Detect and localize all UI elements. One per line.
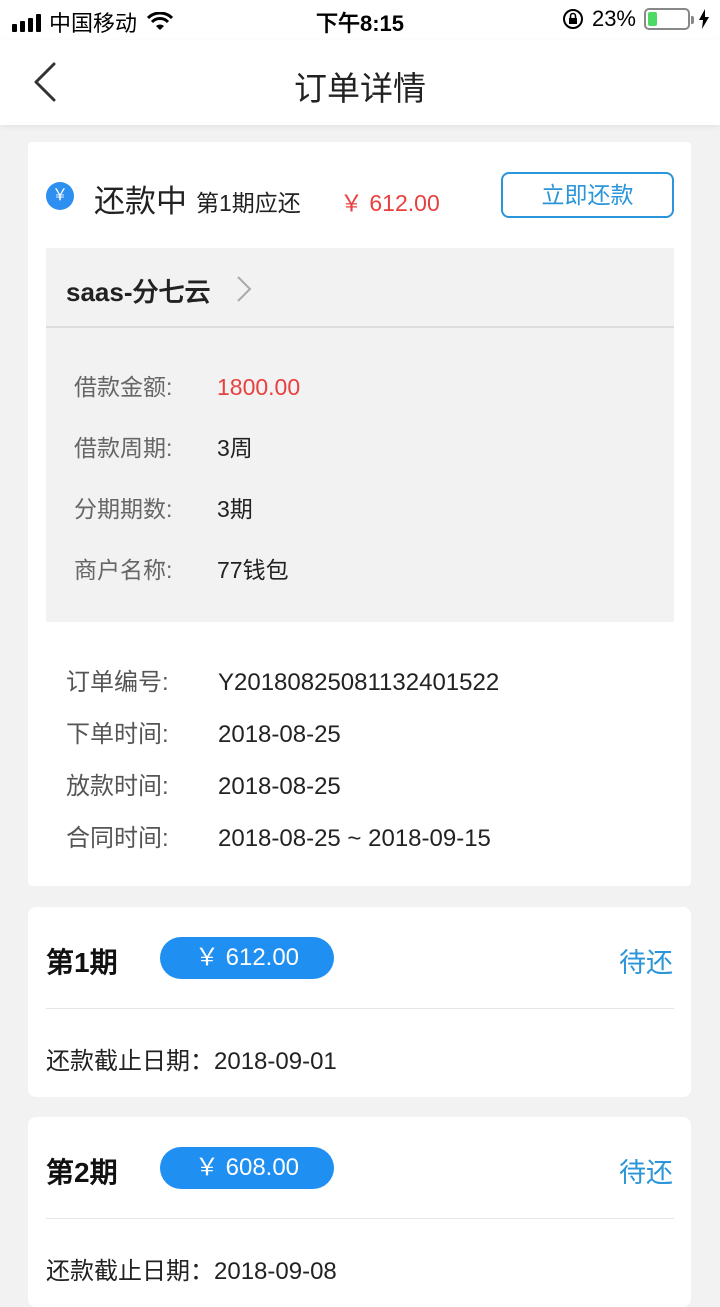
period-name: 第1期 bbox=[46, 947, 118, 978]
orientation-lock-icon bbox=[562, 9, 583, 29]
loan-amount-row: 借款金额: 1800.00 bbox=[74, 368, 300, 402]
chevron-right-icon bbox=[237, 276, 252, 302]
loan-amount-label: 借款金额: bbox=[74, 374, 173, 400]
disbursement-date-label: 放款时间: bbox=[66, 773, 169, 800]
order-date-label: 下单时间: bbox=[66, 721, 169, 748]
merchant-title: saas-分七云 bbox=[66, 277, 211, 307]
merchant-link[interactable]: saas-分七云 bbox=[46, 248, 674, 328]
period-amount-badge: ￥ 612.00 bbox=[160, 937, 334, 979]
current-period-label: 第1期应还 bbox=[196, 190, 301, 216]
battery-icon bbox=[644, 8, 694, 30]
disbursement-date-row: 放款时间: 2018-08-25 bbox=[66, 766, 341, 801]
charging-bolt-icon bbox=[699, 9, 709, 29]
period-status[interactable]: 待还 bbox=[619, 1151, 673, 1190]
loan-info-box: saas-分七云 借款金额: 1800.00 借款周期: 3周 分期期数: 3期 商户… bbox=[46, 248, 674, 622]
installments-row: 分期期数: 3期 bbox=[74, 490, 253, 524]
page-title: 订单详情 bbox=[294, 70, 426, 107]
contract-period-value: 2018-08-25 ~ 2018-09-15 bbox=[218, 825, 491, 852]
due-amount: ￥ 612.00 bbox=[340, 190, 440, 216]
period-deadline: 还款截止日期：2018-09-01 bbox=[46, 1048, 337, 1075]
merchant-name-label: 商户名称: bbox=[74, 557, 173, 583]
installments-value: 3期 bbox=[217, 496, 253, 522]
loan-term-value: 3周 bbox=[217, 435, 253, 461]
yen-icon: ￥ bbox=[46, 182, 74, 210]
loan-amount-value: 1800.00 bbox=[217, 374, 301, 400]
repayment-status-row: ￥ 还款中 第1期应还 ￥ 612.00 立即还款 bbox=[46, 172, 674, 220]
period-name: 第2期 bbox=[46, 1157, 118, 1188]
order-date-row: 下单时间: 2018-08-25 bbox=[66, 714, 341, 749]
loan-term-label: 借款周期: bbox=[74, 435, 173, 461]
repayment-status: 还款中 bbox=[94, 184, 187, 219]
period-status[interactable]: 待还 bbox=[619, 941, 673, 980]
contract-period-row: 合同时间: 2018-08-25 ~ 2018-09-15 bbox=[66, 818, 491, 853]
order-number-label: 订单编号: bbox=[66, 669, 169, 696]
divider bbox=[46, 1008, 674, 1009]
status-bar: 中国移动 下午8:15 23% bbox=[0, 0, 720, 40]
disbursement-date-value: 2018-08-25 bbox=[218, 773, 341, 800]
contract-period-label: 合同时间: bbox=[66, 825, 169, 852]
repay-now-button[interactable]: 立即还款 bbox=[501, 172, 674, 218]
period-deadline: 还款截止日期：2018-09-08 bbox=[46, 1258, 337, 1285]
period-amount-badge: ￥ 608.00 bbox=[160, 1147, 334, 1189]
order-card: ￥ 还款中 第1期应还 ￥ 612.00 立即还款 saas-分七云 借款金额:… bbox=[28, 142, 691, 886]
order-number-value: Y20180825081132401522 bbox=[218, 669, 500, 696]
loan-term-row: 借款周期: 3周 bbox=[74, 429, 253, 463]
order-number-row: 订单编号: Y20180825081132401522 bbox=[66, 662, 499, 697]
divider bbox=[46, 1218, 674, 1219]
period-card: 第2期 ￥ 608.00 待还 还款截止日期：2018-09-08 bbox=[28, 1117, 691, 1307]
merchant-name-row: 商户名称: 77钱包 bbox=[74, 551, 289, 585]
installments-label: 分期期数: bbox=[74, 496, 173, 522]
merchant-name-value: 77钱包 bbox=[217, 557, 289, 583]
nav-bar: 订单详情 bbox=[0, 40, 720, 125]
battery-percent: 23% bbox=[591, 6, 636, 31]
period-card: 第1期 ￥ 612.00 待还 还款截止日期：2018-09-01 bbox=[28, 907, 691, 1097]
order-date-value: 2018-08-25 bbox=[218, 721, 341, 748]
